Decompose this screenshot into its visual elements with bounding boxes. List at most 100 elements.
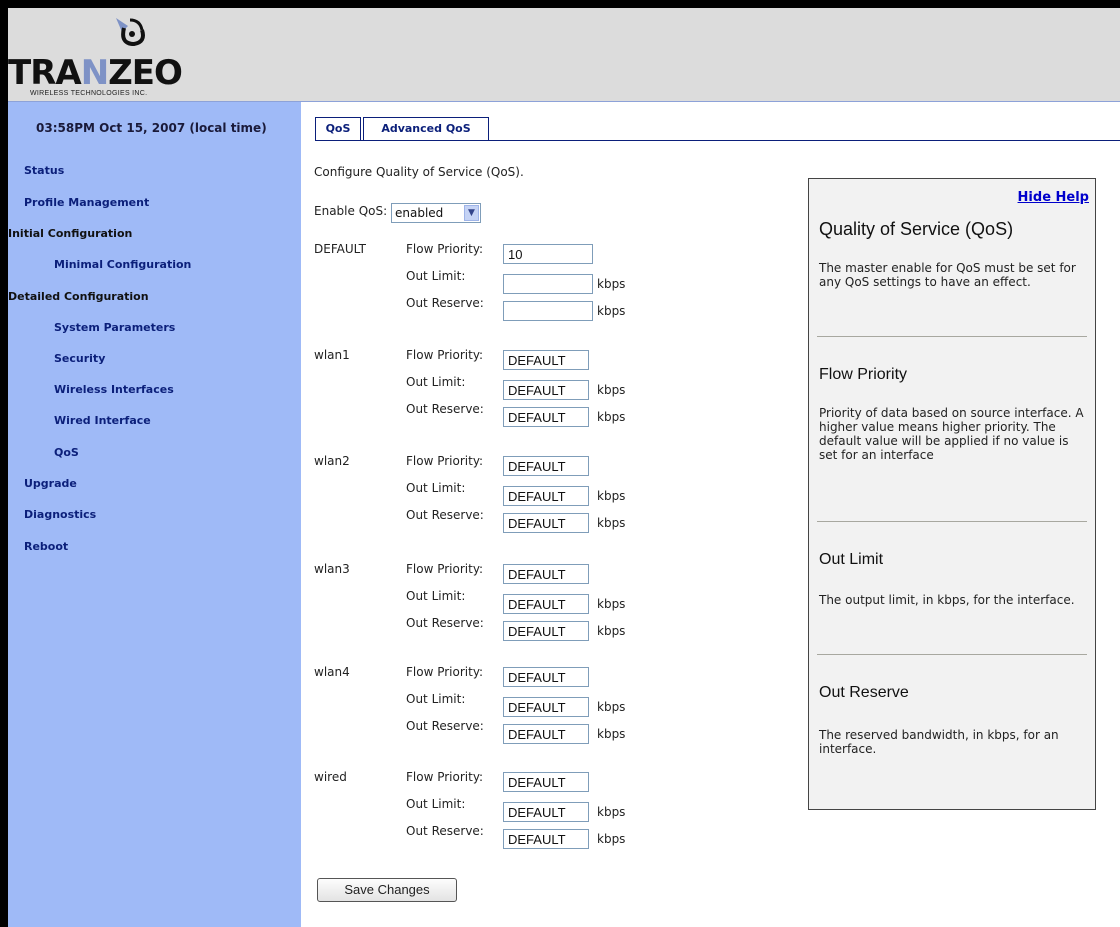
kbps-unit-label: kbps	[597, 624, 626, 638]
sidebar-item-qos[interactable]: QoS	[54, 446, 79, 459]
out-reserve-label: Out Reserve:	[406, 402, 484, 416]
help-text: The output limit, in kbps, for the inter…	[819, 593, 1075, 607]
out-limit-input[interactable]: DEFAULT	[503, 802, 589, 822]
page-intro: Configure Quality of Service (QoS).	[314, 165, 524, 179]
sidebar-item-status[interactable]: Status	[24, 164, 64, 177]
flow-priority-label: Flow Priority:	[406, 242, 484, 256]
sidebar-item-security[interactable]: Security	[54, 352, 105, 365]
out-reserve-input[interactable]: DEFAULT	[503, 724, 589, 744]
interface-name: DEFAULT	[314, 242, 366, 256]
out-reserve-label: Out Reserve:	[406, 616, 484, 630]
tab-divider	[315, 140, 1120, 141]
help-heading: Quality of Service (QoS)	[819, 219, 1014, 239]
help-divider	[817, 654, 1087, 655]
header-bar: TRANZEO WIRELESS TECHNOLOGIES INC.	[8, 8, 1120, 102]
kbps-unit-label: kbps	[597, 410, 626, 424]
flow-priority-label: Flow Priority:	[406, 562, 484, 576]
sidebar: 03:58PM Oct 15, 2007 (local time) Status…	[8, 102, 301, 927]
out-reserve-input[interactable]: DEFAULT	[503, 829, 589, 849]
logo-subtitle: WIRELESS TECHNOLOGIES INC.	[30, 90, 148, 97]
flow-priority-label: Flow Priority:	[406, 665, 484, 679]
out-limit-label: Out Limit:	[406, 375, 466, 389]
help-divider	[817, 336, 1087, 337]
interface-name: wired	[314, 770, 347, 784]
kbps-unit-label: kbps	[597, 277, 626, 291]
flow-priority-input[interactable]: DEFAULT	[503, 772, 589, 792]
out-limit-label: Out Limit:	[406, 692, 466, 706]
flow-priority-input[interactable]: DEFAULT	[503, 456, 589, 476]
kbps-unit-label: kbps	[597, 727, 626, 741]
interface-name: wlan1	[314, 348, 350, 362]
tab-qos[interactable]: QoS	[315, 117, 361, 140]
help-divider	[817, 521, 1087, 522]
hide-help-link[interactable]: Hide Help	[1018, 190, 1089, 205]
help-text: The master enable for QoS must be set fo…	[819, 261, 1076, 289]
flow-priority-input[interactable]: DEFAULT	[503, 350, 589, 370]
kbps-unit-label: kbps	[597, 805, 626, 819]
interface-name: wlan2	[314, 454, 350, 468]
out-reserve-label: Out Reserve:	[406, 719, 484, 733]
sidebar-item-profile-management[interactable]: Profile Management	[24, 196, 149, 209]
kbps-unit-label: kbps	[597, 383, 626, 397]
sidebar-item-wireless-interfaces[interactable]: Wireless Interfaces	[54, 383, 174, 396]
sidebar-item-diagnostics[interactable]: Diagnostics	[24, 508, 96, 521]
logo-wordmark-part: N	[80, 53, 109, 93]
sidebar-section-detailed-configuration: Detailed Configuration	[8, 290, 149, 303]
sidebar-item-system-parameters[interactable]: System Parameters	[54, 321, 175, 334]
help-text: The reserved bandwidth, in kbps, for an …	[819, 728, 1059, 756]
sidebar-item-minimal-configuration[interactable]: Minimal Configuration	[54, 258, 191, 271]
kbps-unit-label: kbps	[597, 516, 626, 530]
out-reserve-label: Out Reserve:	[406, 508, 484, 522]
logo-wordmark-part: ZEO	[108, 53, 183, 93]
flow-priority-input[interactable]: 10	[503, 244, 593, 264]
kbps-unit-label: kbps	[597, 304, 626, 318]
flow-priority-label: Flow Priority:	[406, 770, 484, 784]
tranzeo-logo: TRANZEO WIRELESS TECHNOLOGIES INC.	[8, 12, 248, 98]
kbps-unit-label: kbps	[597, 597, 626, 611]
flow-priority-label: Flow Priority:	[406, 454, 484, 468]
sidebar-item-reboot[interactable]: Reboot	[24, 540, 68, 553]
interface-name: wlan4	[314, 665, 350, 679]
out-reserve-label: Out Reserve:	[406, 824, 484, 838]
enable-qos-value: enabled	[395, 206, 444, 220]
local-time-clock: 03:58PM Oct 15, 2007 (local time)	[36, 121, 267, 135]
out-reserve-label: Out Reserve:	[406, 296, 484, 310]
save-changes-button[interactable]: Save Changes	[317, 878, 457, 902]
sidebar-item-wired-interface[interactable]: Wired Interface	[54, 414, 151, 427]
out-limit-label: Out Limit:	[406, 797, 466, 811]
out-limit-label: Out Limit:	[406, 589, 466, 603]
flow-priority-input[interactable]: DEFAULT	[503, 667, 589, 687]
help-heading: Flow Priority	[819, 366, 908, 383]
kbps-unit-label: kbps	[597, 832, 626, 846]
help-text: Priority of data based on source interfa…	[819, 406, 1084, 462]
out-limit-input[interactable]: DEFAULT	[503, 697, 589, 717]
out-limit-input[interactable]: DEFAULT	[503, 380, 589, 400]
flow-priority-input[interactable]: DEFAULT	[503, 564, 589, 584]
help-panel: Hide Help Quality of Service (QoS) The m…	[808, 178, 1096, 810]
kbps-unit-label: kbps	[597, 700, 626, 714]
help-heading: Out Limit	[819, 551, 884, 568]
out-limit-input[interactable]	[503, 274, 593, 294]
kbps-unit-label: kbps	[597, 489, 626, 503]
logo-wordmark: TRANZEO	[8, 53, 183, 93]
page-frame: TRANZEO WIRELESS TECHNOLOGIES INC. 03:58…	[8, 8, 1120, 927]
chevron-down-icon[interactable]: ▼	[464, 205, 479, 221]
out-reserve-input[interactable]: DEFAULT	[503, 621, 589, 641]
antenna-logo-icon	[116, 18, 145, 47]
enable-qos-label: Enable QoS:	[314, 204, 388, 218]
out-reserve-input[interactable]: DEFAULT	[503, 513, 589, 533]
sidebar-section-initial-configuration: Initial Configuration	[8, 227, 133, 240]
out-limit-label: Out Limit:	[406, 481, 466, 495]
help-heading: Out Reserve	[819, 684, 909, 701]
sidebar-item-upgrade[interactable]: Upgrade	[24, 477, 77, 490]
out-limit-input[interactable]: DEFAULT	[503, 486, 589, 506]
out-reserve-input[interactable]	[503, 301, 593, 321]
out-limit-input[interactable]: DEFAULT	[503, 594, 589, 614]
flow-priority-label: Flow Priority:	[406, 348, 484, 362]
out-limit-label: Out Limit:	[406, 269, 466, 283]
interface-name: wlan3	[314, 562, 350, 576]
logo-wordmark-part: TRA	[8, 53, 82, 93]
tab-advanced-qos[interactable]: Advanced QoS	[363, 117, 489, 140]
enable-qos-select[interactable]: enabled ▼	[391, 203, 481, 223]
out-reserve-input[interactable]: DEFAULT	[503, 407, 589, 427]
